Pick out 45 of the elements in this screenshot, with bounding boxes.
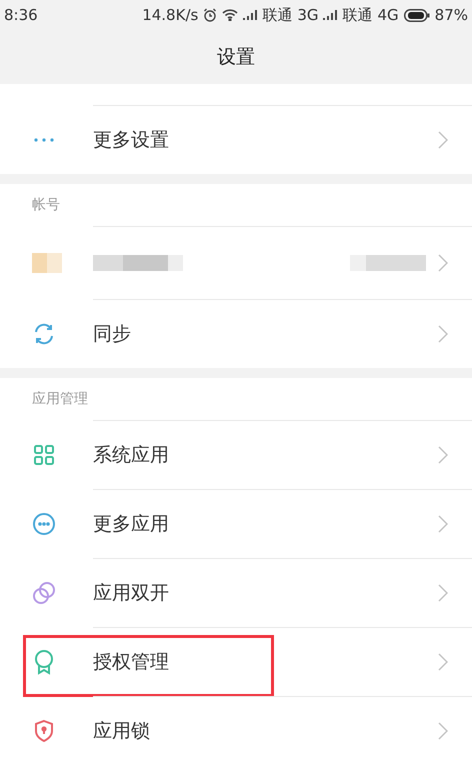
chevron-right-icon [438, 515, 448, 533]
settings-row[interactable]: 授权管理 [0, 628, 472, 696]
carrier-name: 联通 [262, 4, 292, 26]
ribbon-badge-icon [33, 649, 55, 675]
overlapping-circles-icon [32, 581, 56, 605]
row-label: 应用双开 [93, 580, 169, 606]
chevron-right-icon [438, 446, 448, 464]
row-label: 同步 [93, 322, 131, 347]
blurred-avatar [32, 253, 62, 273]
battery-icon [404, 8, 430, 22]
signal-icon [243, 10, 258, 20]
row-label: 更多应用 [93, 512, 169, 537]
row-label: 应用锁 [93, 718, 150, 744]
battery-percentage: 87% [434, 4, 468, 26]
chevron-right-icon [438, 254, 448, 272]
clock-time: 8:36 [4, 4, 38, 26]
section-header: 应用管理 [32, 390, 88, 408]
row-label: 授权管理 [93, 650, 169, 675]
network-type: 3G [297, 4, 318, 26]
shield-lock-icon [33, 719, 55, 743]
settings-row[interactable]: 同步 [0, 300, 472, 368]
settings-row[interactable]: 应用锁 [0, 697, 472, 762]
network-speed: 14.8K/s [142, 4, 198, 26]
network-type: 4G [377, 4, 399, 26]
ellipsis-circle-icon [32, 512, 56, 536]
settings-row[interactable]: 系统应用 [0, 421, 472, 489]
row-label: 系统应用 [93, 442, 169, 468]
chevron-right-icon [438, 722, 448, 740]
settings-row[interactable]: 更多设置 [0, 106, 472, 174]
sync-icon [32, 322, 56, 346]
signal-icon [323, 10, 338, 20]
carrier-name: 联通 [342, 4, 372, 26]
chevron-right-icon [438, 325, 448, 343]
settings-row[interactable]: 更多应用 [0, 490, 472, 558]
wifi-icon [222, 9, 238, 21]
chevron-right-icon [438, 131, 448, 149]
section-header: 帐号 [32, 196, 60, 214]
settings-row[interactable]: 应用双开 [0, 559, 472, 627]
row-label: 更多设置 [93, 128, 169, 153]
grid-icon [33, 444, 55, 466]
more-dots-icon [33, 137, 55, 143]
screen-title: 设置 [217, 44, 255, 70]
chevron-right-icon [438, 653, 448, 671]
alarm-clock-icon [203, 8, 218, 22]
chevron-right-icon [438, 584, 448, 602]
